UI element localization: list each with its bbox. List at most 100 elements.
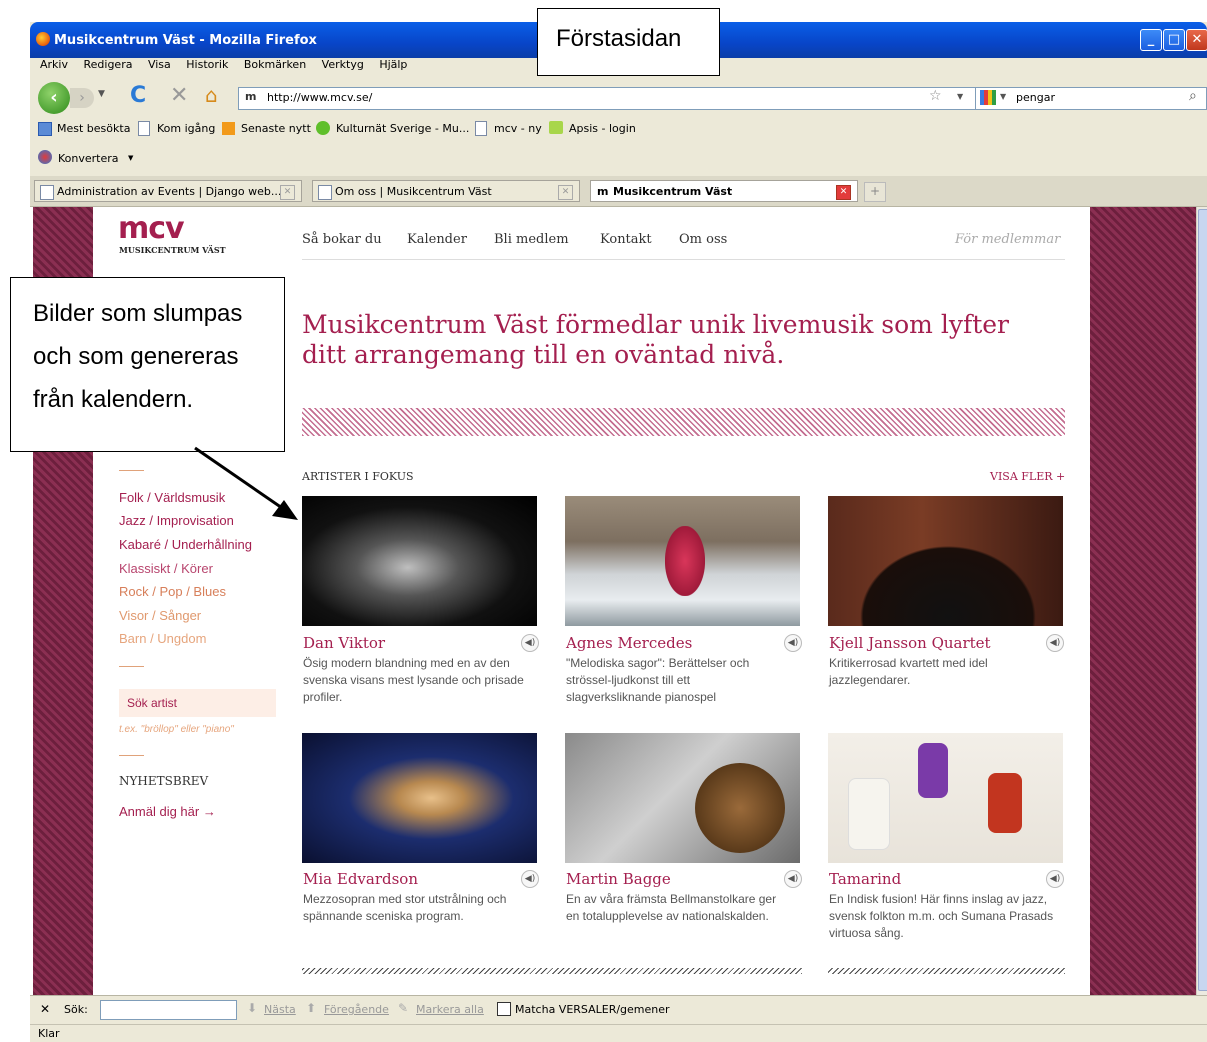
match-case-checkbox[interactable] — [497, 1002, 511, 1016]
menu-hjalp[interactable]: Hjälp — [379, 58, 407, 71]
artist-name-tamarind[interactable]: Tamarind — [829, 870, 901, 888]
speaker-icon[interactable]: ◀) — [521, 634, 539, 652]
artist-name-martin-bagge[interactable]: Martin Bagge — [566, 870, 671, 888]
back-button[interactable]: ‹ — [38, 82, 70, 114]
nav-kontakt[interactable]: Kontakt — [600, 232, 652, 247]
category-klassiskt[interactable]: Klassiskt / Körer — [119, 561, 213, 576]
category-barn[interactable]: Barn / Ungdom — [119, 631, 206, 646]
speaker-icon[interactable]: ◀) — [1046, 870, 1064, 888]
category-rock[interactable]: Rock / Pop / Blues — [119, 584, 226, 599]
convert-button[interactable]: Konvertera — [58, 152, 119, 165]
menu-verktyg[interactable]: Verktyg — [322, 58, 364, 71]
magnifier-icon[interactable]: ⌕ — [1189, 88, 1197, 104]
nav-for-medlemmar[interactable]: För medlemmar — [955, 232, 1060, 247]
artist-search-box[interactable]: Sök artist — [119, 689, 276, 717]
category-kabare[interactable]: Kabaré / Underhållning — [119, 537, 252, 552]
artist-photo-mia-edvardson[interactable] — [302, 733, 537, 863]
highlight-all-button[interactable]: Markera alla — [416, 1003, 484, 1016]
tab-close-icon[interactable]: ✕ — [558, 185, 573, 200]
search-box[interactable]: ▼ pengar ⌕ — [975, 87, 1207, 110]
find-bar: ✕ Sök: ⬇ Nästa ⬆ Föregående ✎ Markera al… — [30, 995, 1207, 1024]
site-favicon: m — [597, 185, 609, 198]
artist-photo-martin-bagge[interactable] — [565, 733, 800, 863]
home-icon[interactable]: ⌂ — [205, 83, 218, 107]
footer-hatch — [302, 968, 802, 974]
tab-musikcentrum[interactable]: m Musikcentrum Väst ✕ — [590, 180, 858, 202]
close-find-icon[interactable]: ✕ — [40, 1002, 50, 1016]
most-visited-icon — [38, 122, 52, 136]
menu-visa[interactable]: Visa — [148, 58, 171, 71]
artist-photo-dan-viktor[interactable] — [302, 496, 537, 626]
url-dropdown-icon[interactable]: ▼ — [957, 92, 963, 101]
new-tab-button[interactable]: + — [864, 182, 886, 202]
artist-name-agnes-mercedes[interactable]: Agnes Mercedes — [566, 634, 692, 652]
find-input[interactable] — [100, 1000, 237, 1020]
find-next-button[interactable]: Nästa — [264, 1003, 296, 1016]
tab-om-oss[interactable]: Om oss | Musikcentrum Väst ✕ — [312, 180, 580, 202]
bookmark-getting-started[interactable]: Kom igång — [157, 122, 215, 135]
speaker-icon[interactable]: ◀) — [1046, 634, 1064, 652]
artist-name-kjell-jansson[interactable]: Kjell Jansson Quartet — [829, 634, 991, 652]
speaker-icon[interactable]: ◀) — [521, 870, 539, 888]
page-headline: Musikcentrum Väst förmedlar unik livemus… — [302, 310, 1009, 369]
visa-fler-link[interactable]: VISA FLER + — [990, 470, 1065, 483]
rss-icon — [222, 122, 235, 135]
menu-redigera[interactable]: Redigera — [83, 58, 132, 71]
minimize-button[interactable]: _ — [1140, 29, 1162, 51]
artist-name-dan-viktor[interactable]: Dan Viktor — [303, 634, 385, 652]
newsletter-link[interactable]: Anmäl dig här → — [119, 804, 216, 819]
artist-desc: Mezzosopran med stor utstrålning och spä… — [303, 892, 507, 923]
artist-photo-kjell-jansson[interactable] — [828, 496, 1063, 626]
forward-button[interactable]: › — [70, 88, 94, 108]
tab-django-admin[interactable]: Administration av Events | Django web...… — [34, 180, 302, 202]
nav-sa-bokar-du[interactable]: Så bokar du — [302, 232, 382, 247]
artist-photo-tamarind[interactable] — [828, 733, 1063, 863]
figure-shape — [848, 778, 890, 850]
bookmark-star-icon[interactable]: ☆ — [929, 88, 942, 104]
scrollbar-thumb[interactable] — [1198, 209, 1207, 991]
sidebar-divider — [119, 666, 144, 667]
find-label: Sök: — [64, 1003, 88, 1016]
category-visor[interactable]: Visor / Sånger — [119, 608, 201, 623]
search-input[interactable]: pengar — [1016, 91, 1055, 104]
history-dropdown-icon[interactable]: ▼ — [98, 89, 105, 99]
nav-om-oss[interactable]: Om oss — [679, 232, 727, 247]
find-previous-button[interactable]: Föregående — [324, 1003, 389, 1016]
speaker-icon[interactable]: ◀) — [784, 634, 802, 652]
artist-name-mia-edvardson[interactable]: Mia Edvardson — [303, 870, 418, 888]
search-engine-dropdown-icon[interactable]: ▼ — [1000, 92, 1006, 101]
menu-historik[interactable]: Historik — [186, 58, 228, 71]
bookmark-kulturnat[interactable]: Kulturnät Sverige - Mu... — [336, 122, 469, 135]
artist-desc: En av våra främsta Bellmanstolkare ger e… — [566, 892, 777, 923]
url-bar[interactable]: m http://www.mcv.se/ ☆ ▼ — [238, 87, 980, 110]
group-shape — [848, 536, 1048, 626]
nav-bli-medlem[interactable]: Bli medlem — [494, 232, 569, 247]
tab-close-icon[interactable]: ✕ — [836, 185, 851, 200]
page-icon — [318, 185, 332, 200]
menu-bokmarken[interactable]: Bokmärken — [244, 58, 306, 71]
artist-desc: En Indisk fusion! Här finns inslag av ja… — [829, 892, 1054, 940]
mcv-logo[interactable]: mcv — [118, 214, 185, 244]
speaker-icon[interactable]: ◀) — [784, 870, 802, 888]
headline-hatch-band — [302, 408, 1065, 436]
reload-icon[interactable]: C — [130, 83, 146, 108]
artist-photo-agnes-mercedes[interactable] — [565, 496, 800, 626]
page-icon — [40, 185, 54, 200]
nav-kalender[interactable]: Kalender — [407, 232, 467, 247]
bookmark-mcv-ny[interactable]: mcv - ny — [494, 122, 542, 135]
apsis-icon — [549, 121, 563, 134]
artist-desc: Ösig modern blandning med en av den sven… — [303, 656, 524, 704]
stop-icon[interactable]: ✕ — [170, 83, 188, 108]
convert-dropdown-icon[interactable]: ▼ — [128, 154, 133, 162]
close-button[interactable]: ✕ — [1186, 29, 1207, 51]
right-stripe-border — [1090, 207, 1196, 995]
vertical-scrollbar[interactable] — [1196, 207, 1207, 995]
maximize-button[interactable]: □ — [1163, 29, 1185, 51]
artist-search-label: Sök artist — [127, 696, 178, 710]
bookmark-latest-news[interactable]: Senaste nytt — [241, 122, 311, 135]
bookmark-apsis[interactable]: Apsis - login — [569, 122, 636, 135]
tab-close-icon[interactable]: ✕ — [280, 185, 295, 200]
bookmark-most-visited[interactable]: Mest besökta — [57, 122, 130, 135]
tab-label: Administration av Events | Django web... — [57, 185, 282, 198]
menu-arkiv[interactable]: Arkiv — [40, 58, 68, 71]
